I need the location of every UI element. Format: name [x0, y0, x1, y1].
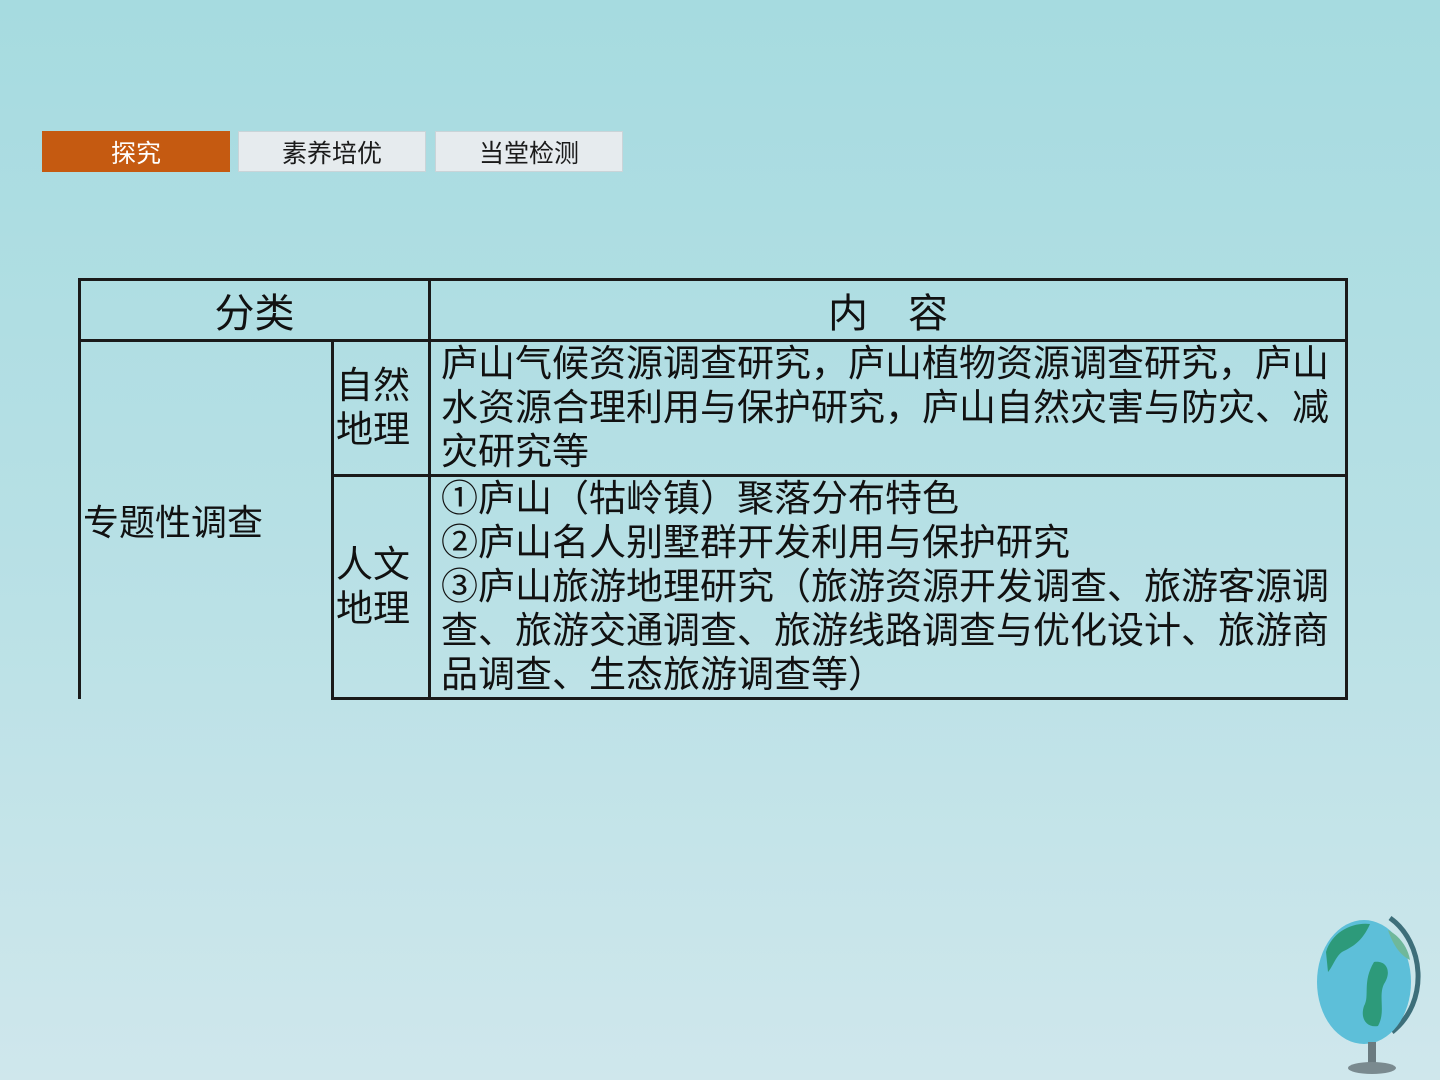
- tab-class-test[interactable]: 当堂检测: [435, 131, 623, 172]
- content-table: 分类 内 容 专题性调查 自然地理 庐山气候资源调查研究，庐山植物资源调查研究，…: [78, 278, 1348, 700]
- category-cell: 专题性调查: [78, 339, 334, 699]
- globe-icon: [1317, 915, 1421, 1074]
- list-item: ①庐山（牯岭镇）聚落分布特色: [441, 477, 959, 520]
- sub-category-natural: 自然地理: [331, 339, 431, 477]
- header-content: 内 容: [428, 278, 1348, 342]
- content-natural: 庐山气候资源调查研究，庐山植物资源调查研究，庐山水资源合理利用与保护研究，庐山自…: [428, 339, 1348, 477]
- content-human: ①庐山（牯岭镇）聚落分布特色 ②庐山名人别墅群开发利用与保护研究 ③庐山旅游地理…: [428, 474, 1348, 700]
- tab-explore[interactable]: 探究: [42, 131, 230, 172]
- header-category: 分类: [78, 278, 431, 342]
- sub-category-human: 人文地理: [331, 474, 431, 700]
- list-item: ②庐山名人别墅群开发利用与保护研究: [441, 521, 1070, 564]
- tab-literacy[interactable]: 素养培优: [238, 131, 426, 172]
- list-item: ③庐山旅游地理研究（旅游资源开发调查、旅游客源调查、旅游交通调查、旅游线路调查与…: [441, 565, 1329, 696]
- content-table-wrap: 分类 内 容 专题性调查 自然地理 庐山气候资源调查研究，庐山植物资源调查研究，…: [78, 278, 1348, 700]
